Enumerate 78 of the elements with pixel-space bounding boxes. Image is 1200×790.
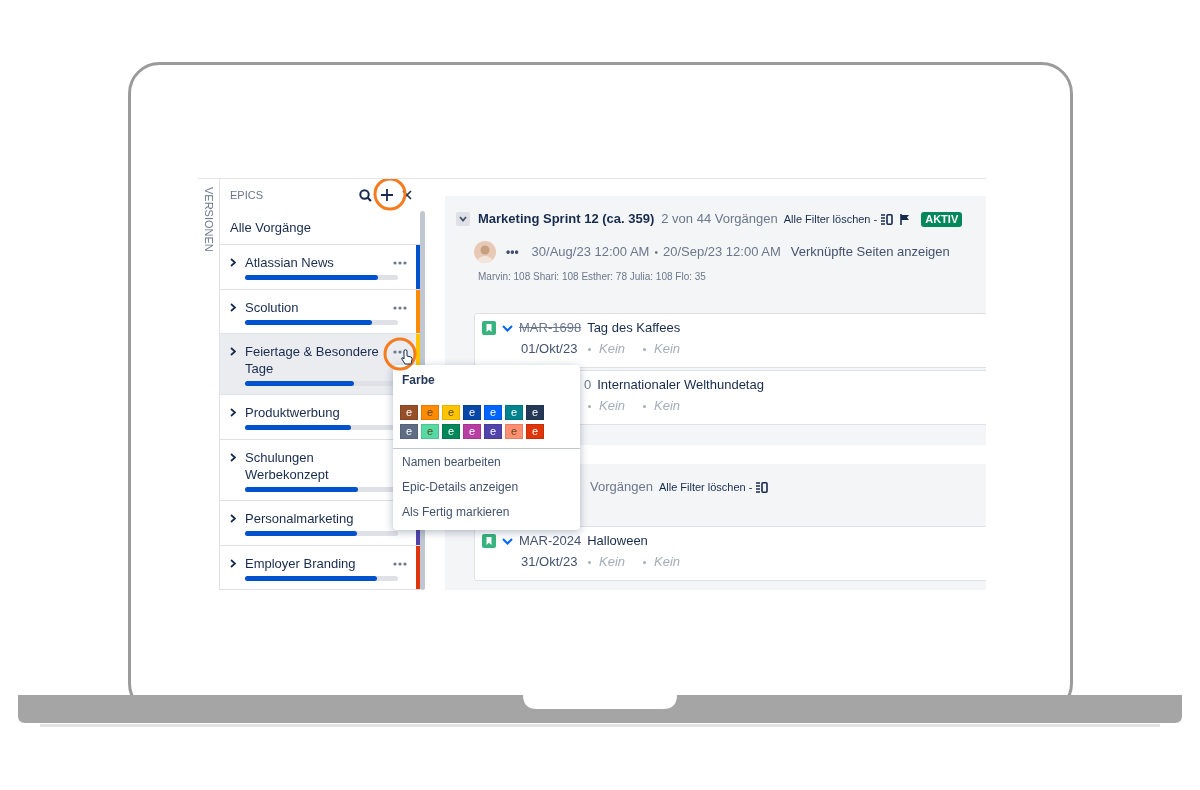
menu-item[interactable]: Epic-Details anzeigen <box>393 475 580 499</box>
chevron-right-icon <box>230 258 236 268</box>
status-badge: AKTIV <box>921 211 963 227</box>
menu-item[interactable]: Als Fertig markieren <box>393 500 580 524</box>
sprint-end-date: 20/Sep/23 12:00 AM <box>662 243 781 262</box>
issue-card[interactable]: MAR-1698 Tag des Kaffees 01/Okt/23 Kein Kein <box>474 313 986 368</box>
sprint-title: Marketing Sprint 12 (ca. 359) <box>478 210 655 229</box>
epic-name[interactable]: Atlassian News <box>245 254 385 272</box>
more-icon <box>393 305 407 310</box>
collapse-button[interactable] <box>456 212 470 226</box>
epic-name[interactable]: Produktwerbung <box>245 404 385 422</box>
list-icon <box>881 213 894 225</box>
epic-name[interactable]: Personalmarketing <box>245 510 385 528</box>
issue-card[interactable]: MAR-2024 Halloween 31/Okt/23 Kein Kein <box>474 526 986 582</box>
chevron-right-icon <box>230 302 236 312</box>
sprint-start-date: 30/Aug/23 12:00 AM <box>531 243 650 262</box>
versions-tab[interactable]: VERSIONEN <box>200 187 217 252</box>
chevron-right-icon <box>230 408 236 418</box>
field-value: Kein <box>599 340 626 359</box>
color-swatch[interactable]: e <box>442 405 460 420</box>
color-swatch[interactable]: e <box>421 405 439 420</box>
field-value: Kein <box>599 553 626 572</box>
menu-heading: Farbe <box>401 372 436 389</box>
color-swatch[interactable]: e <box>484 405 502 420</box>
separator: • <box>654 245 658 260</box>
color-swatch[interactable]: e <box>442 424 460 439</box>
issue-key[interactable]: MAR-2024 <box>519 531 582 551</box>
field-value: Kein <box>654 553 681 572</box>
chevron-down-icon <box>459 216 467 222</box>
workload-summary: Marvin: 108 Shari: 108 Esther: 78 Julia: 108 Flo: 35 <box>477 270 707 284</box>
color-swatch[interactable]: e <box>400 405 418 420</box>
list-icon <box>756 481 769 493</box>
more-icon <box>393 561 407 566</box>
close-icon <box>402 190 412 201</box>
search-button[interactable] <box>357 187 373 204</box>
clear-filters-link[interactable]: Alle Filter löschen - <box>658 478 753 496</box>
issue-count: Vorgängen <box>590 478 653 497</box>
issue-key[interactable]: MAR-1698 <box>519 318 582 338</box>
panel-title: EPICS <box>230 188 264 204</box>
color-swatch[interactable]: e <box>484 424 502 439</box>
field-value: Kein <box>654 397 681 416</box>
clear-filters-link[interactable]: Alle Filter löschen - <box>783 210 878 228</box>
highlight-circle <box>383 337 417 371</box>
field-value: Kein <box>599 397 626 416</box>
due-date: 01/Okt/23 <box>521 340 579 359</box>
bookmark-icon <box>482 534 496 549</box>
issue-title[interactable]: Internationaler Welthundetag <box>597 375 764 395</box>
chevron-right-icon <box>230 452 236 462</box>
chevron-right-icon <box>230 558 236 568</box>
color-swatch[interactable]: e <box>505 424 523 439</box>
avatar <box>474 241 496 263</box>
color-swatch[interactable]: e <box>400 424 418 439</box>
menu-item[interactable]: Namen bearbeiten <box>393 450 580 474</box>
search-icon <box>358 188 372 202</box>
more-icon <box>393 261 407 266</box>
issue-count: 2 von 44 Vorgängen <box>661 210 778 229</box>
issue-key[interactable]: 0 <box>584 375 592 395</box>
issue-title[interactable]: Halloween <box>587 531 648 551</box>
color-swatch[interactable]: e <box>526 405 544 420</box>
chevron-down-icon <box>502 324 513 332</box>
field-value: Kein <box>654 340 681 359</box>
due-date: 31/Okt/23 <box>521 553 579 572</box>
epic-name[interactable]: Employer Branding <box>245 554 385 572</box>
color-swatch[interactable]: e <box>505 405 523 420</box>
chevron-right-icon <box>230 514 236 524</box>
chevron-down-icon <box>502 537 513 545</box>
plus-icon <box>381 189 393 202</box>
epic-name[interactable]: Schulungen Werbekonzept <box>245 448 385 483</box>
bookmark-icon <box>482 321 496 335</box>
color-swatch[interactable]: e <box>526 424 544 439</box>
issue-title[interactable]: Tag des Kaffees <box>587 318 681 338</box>
color-swatch[interactable]: e <box>463 424 481 439</box>
color-swatch[interactable]: e <box>421 424 439 439</box>
more-button[interactable]: ••• <box>506 243 519 261</box>
color-swatch[interactable]: e <box>463 405 481 420</box>
linked-pages-link[interactable]: Verknüpfte Seiten anzeigen <box>790 242 950 262</box>
epic-name[interactable]: Scolution <box>245 298 385 316</box>
chevron-right-icon <box>230 347 236 357</box>
